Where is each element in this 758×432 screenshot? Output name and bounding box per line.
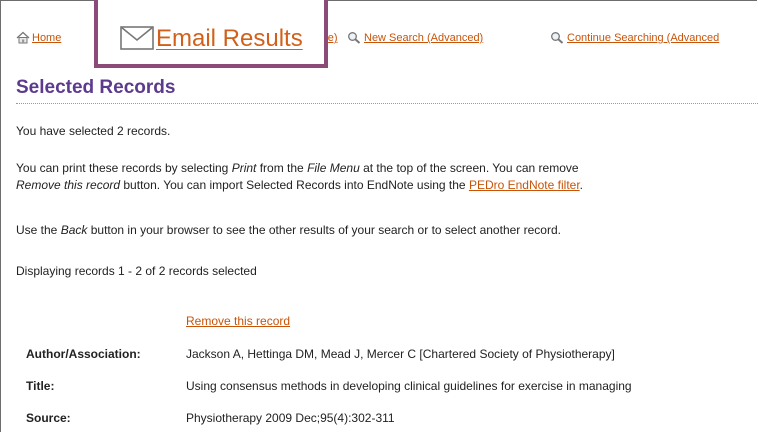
pedro-endnote-filter-link[interactable]: PEDro EndNote filter	[469, 178, 580, 192]
magnifier-icon[interactable]	[347, 31, 361, 44]
print-instructions: You can print these records by selecting…	[16, 161, 579, 175]
envelope-icon[interactable]	[120, 26, 154, 50]
remove-record-link[interactable]: Remove this record	[186, 314, 290, 328]
displaying-records-text: Displaying records 1 - 2 of 2 records se…	[16, 264, 257, 278]
title-divider	[16, 103, 758, 104]
title-value: Using consensus methods in developing cl…	[186, 379, 632, 393]
title-label: Title:	[26, 379, 55, 393]
page-title: Selected Records	[16, 77, 176, 98]
new-search-link[interactable]: New Search (Advanced)	[364, 32, 483, 44]
continue-searching-link[interactable]: Continue Searching (Advanced	[567, 32, 719, 44]
source-label: Source:	[26, 411, 71, 425]
source-value: Physiotherapy 2009 Dec;95(4):302-311	[186, 411, 395, 425]
home-icon[interactable]	[16, 31, 30, 44]
home-link[interactable]: Home	[32, 32, 61, 44]
import-instructions: Remove this record button. You can impor…	[16, 178, 583, 192]
email-results-callout[interactable]: Email Results	[94, 0, 328, 68]
author-value: Jackson A, Hettinga DM, Mead J, Mercer C…	[186, 347, 615, 361]
back-instructions: Use the Back button in your browser to s…	[16, 223, 561, 237]
magnifier-icon[interactable]	[550, 31, 564, 44]
email-results-link[interactable]: Email Results	[156, 25, 303, 53]
author-label: Author/Association:	[26, 347, 141, 361]
selected-count-text: You have selected 2 records.	[16, 124, 171, 138]
